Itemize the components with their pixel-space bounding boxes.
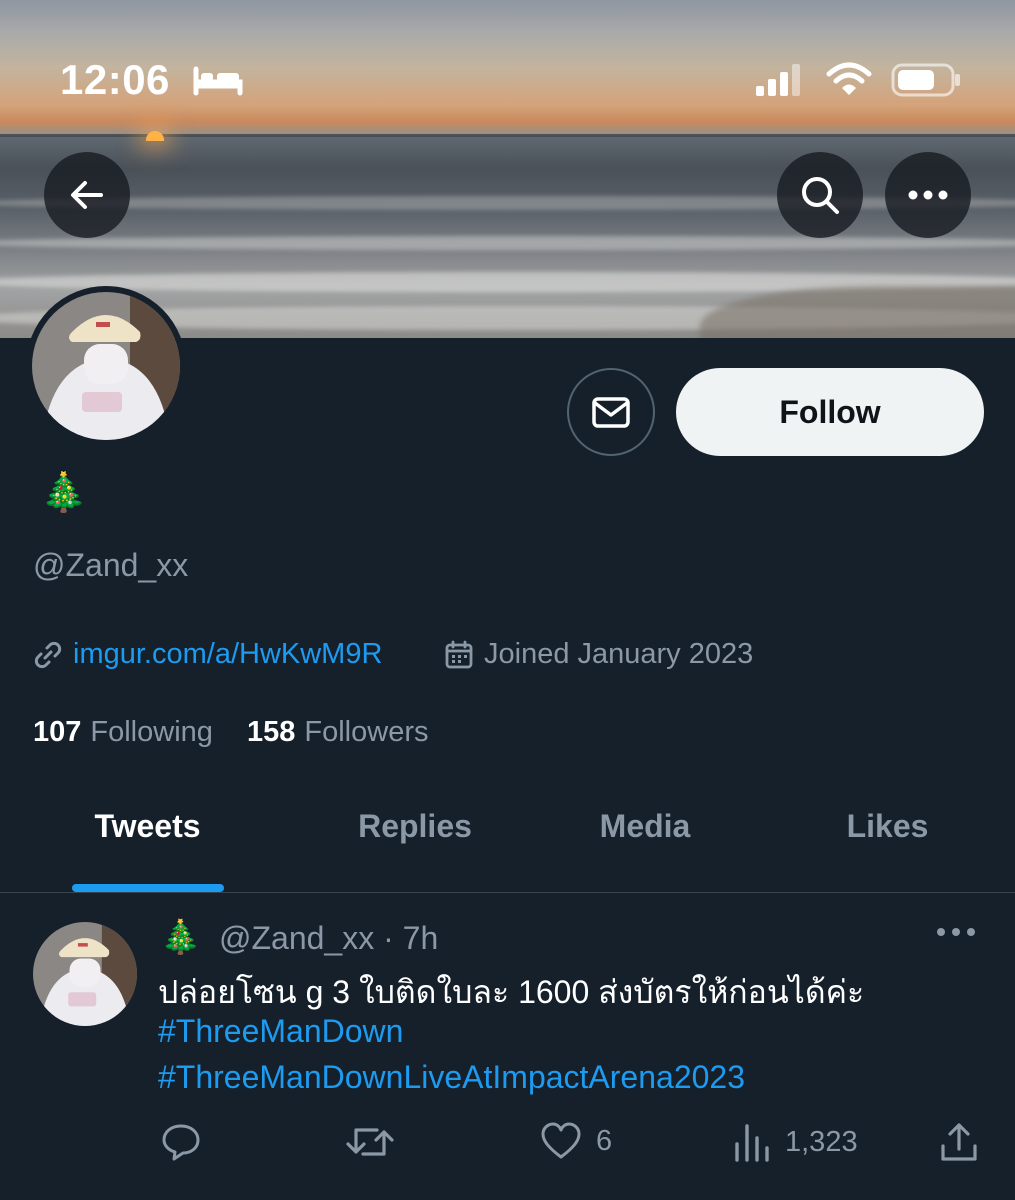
share-icon [941, 1123, 977, 1161]
follow-button[interactable]: Follow [676, 368, 984, 456]
avatar-image [33, 922, 137, 1026]
banner-wave [0, 236, 1015, 250]
tabs-divider [0, 892, 1015, 893]
more-options-button[interactable] [885, 152, 971, 238]
profile-display-name: 🎄 [40, 470, 88, 514]
like-count: 6 [596, 1124, 613, 1157]
views-count: 1,323 [785, 1125, 858, 1158]
more-horizontal-icon [937, 928, 975, 936]
profile-banner[interactable] [0, 0, 1015, 338]
status-time: 12:06 [60, 56, 170, 103]
profile-handle: @Zand_xx [33, 547, 189, 583]
bed-icon [193, 66, 243, 96]
heart-icon [541, 1122, 581, 1159]
profile-avatar[interactable] [26, 286, 186, 446]
cellular-signal-icon [756, 64, 800, 96]
more-horizontal-icon [908, 190, 948, 200]
banner-sun [146, 131, 164, 141]
calendar-icon [445, 640, 473, 668]
views-button[interactable]: 1,323 [733, 1122, 858, 1162]
tweet-handle-time[interactable]: @Zand_xx · 7h [219, 920, 438, 957]
link-icon [34, 641, 62, 668]
wifi-icon [826, 62, 872, 95]
tweet-hashtag[interactable]: #ThreeManDown [158, 1013, 403, 1050]
tweet-avatar[interactable] [33, 922, 137, 1026]
followers-count: 158 [247, 716, 296, 748]
following-stat[interactable]: 107 Following [33, 716, 213, 749]
arrow-left-icon [71, 181, 103, 209]
tweet-hashtag[interactable]: #ThreeManDownLiveAtImpactArena2023 [158, 1059, 745, 1096]
search-button[interactable] [777, 152, 863, 238]
active-tab-indicator [72, 884, 224, 892]
mail-icon [592, 397, 630, 428]
views-icon [735, 1124, 769, 1162]
tab-tweets[interactable]: Tweets [40, 808, 255, 892]
tab-replies[interactable]: Replies [320, 808, 510, 892]
tweet-author-name[interactable]: 🎄 [160, 917, 201, 957]
following-label: Following [90, 716, 213, 748]
share-button[interactable] [940, 1122, 978, 1162]
like-button[interactable]: 6 [540, 1122, 612, 1160]
tweet-text: ปล่อยโซน g 3 ใบติดใบละ 1600 ส่งบัตรให้ก่… [158, 974, 865, 1010]
profile-website-text[interactable]: imgur.com/a/HwKwM9R [73, 638, 382, 671]
banner-sand [700, 286, 1015, 338]
battery-icon [891, 63, 960, 97]
followers-stat[interactable]: 158 Followers [247, 716, 428, 749]
retweet-button[interactable] [345, 1122, 395, 1162]
back-button[interactable] [44, 152, 130, 238]
tab-likes[interactable]: Likes [800, 808, 975, 892]
tab-media[interactable]: Media [560, 808, 730, 892]
tweet-more-button[interactable] [936, 925, 976, 943]
reply-button[interactable] [160, 1122, 202, 1162]
profile-join-text: Joined January 2023 [484, 638, 754, 670]
message-button[interactable] [567, 368, 655, 456]
avatar-image [32, 292, 180, 440]
profile-join-date: Joined January 2023 [444, 638, 753, 671]
following-count: 107 [33, 716, 82, 748]
search-icon [802, 177, 839, 214]
retweet-icon [346, 1128, 394, 1156]
profile-website-link[interactable]: imgur.com/a/HwKwM9R [33, 638, 382, 671]
followers-label: Followers [304, 716, 429, 748]
reply-icon [162, 1124, 200, 1161]
